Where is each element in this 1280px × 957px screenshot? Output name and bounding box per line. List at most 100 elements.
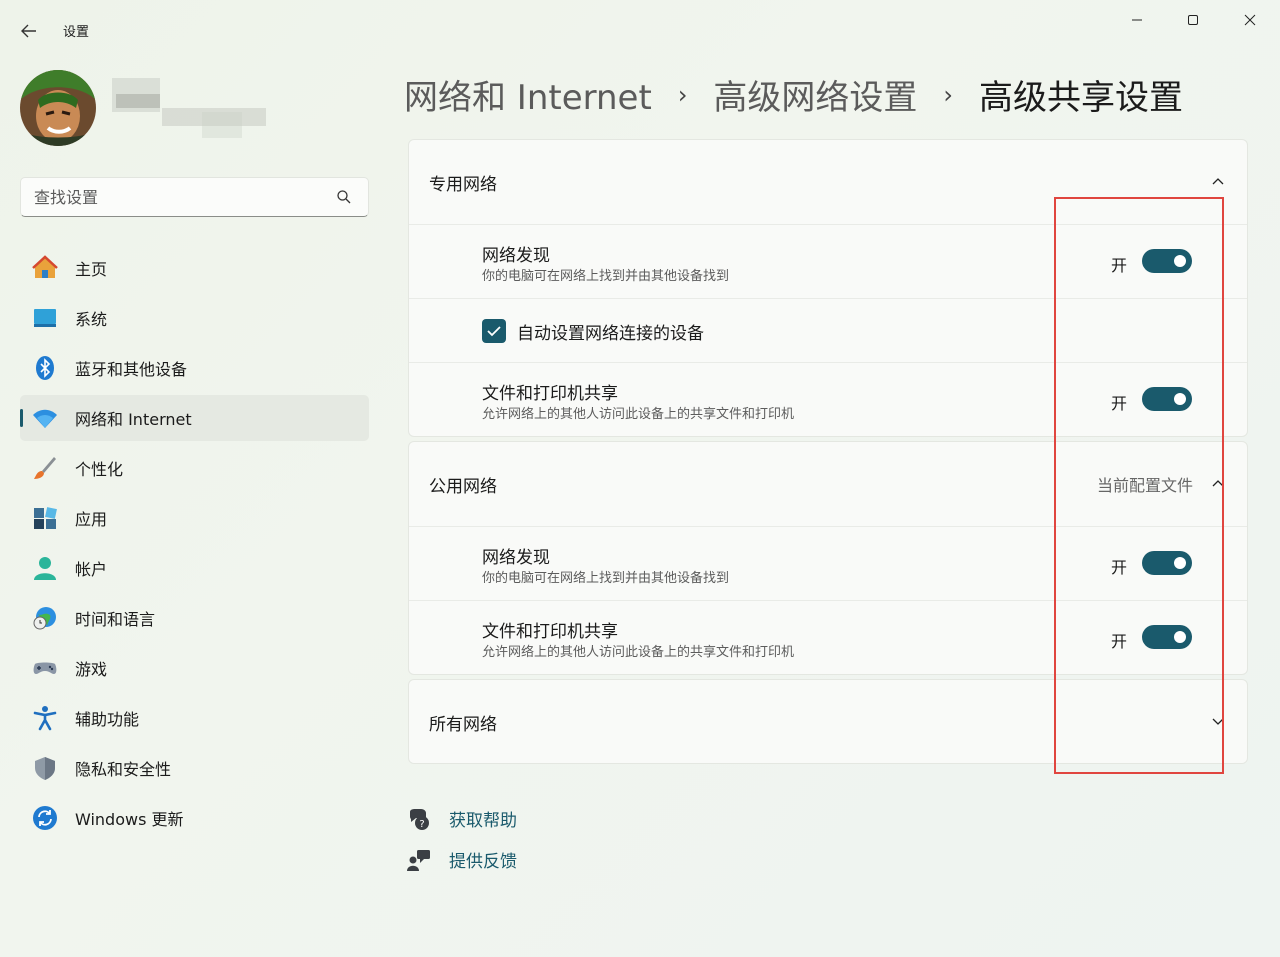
setting-title: 网络发现 <box>482 246 550 266</box>
public-file-sharing-toggle[interactable] <box>1142 625 1192 649</box>
wifi-icon <box>32 405 58 431</box>
public-discovery-row: 网络发现 你的电脑可在网络上找到并由其他设备找到 开 <box>409 526 1247 600</box>
back-arrow-icon <box>21 24 36 38</box>
search-icon[interactable] <box>336 189 352 205</box>
setting-title: 文件和打印机共享 <box>482 384 618 404</box>
checkbox-label[interactable]: 自动设置网络连接的设备 <box>517 319 704 344</box>
title-bar: 设置 <box>0 0 1280 60</box>
section-title: 公用网络 <box>429 476 497 497</box>
setting-title: 网络发现 <box>482 548 550 568</box>
sidebar-item-label: 主页 <box>75 260 108 279</box>
section-title: 所有网络 <box>429 714 497 735</box>
toggle-state-label: 开 <box>1110 394 1127 413</box>
breadcrumb-separator: › <box>943 80 954 109</box>
close-button[interactable] <box>1227 6 1273 34</box>
sidebar-item-label: Windows 更新 <box>75 810 184 829</box>
sidebar-item-bluetooth[interactable]: 蓝牙和其他设备 <box>20 345 369 391</box>
private-network-section: 专用网络 网络发现 你的电脑可在网络上找到并由其他设备找到 开 自动设置网络连接… <box>408 139 1248 437</box>
svg-text:?: ? <box>419 819 424 830</box>
toggle-state-label: 开 <box>1110 632 1127 651</box>
sidebar-item-personalization[interactable]: 个性化 <box>20 445 369 491</box>
sidebar-item-gaming[interactable]: 游戏 <box>20 645 369 691</box>
all-networks-section: 所有网络 <box>408 679 1248 764</box>
sidebar-item-network[interactable]: 网络和 Internet <box>20 395 369 441</box>
help-icon: ? <box>407 807 431 831</box>
private-file-sharing-toggle[interactable] <box>1142 387 1192 411</box>
private-auto-setup-row: 自动设置网络连接的设备 <box>409 298 1247 362</box>
setting-description: 你的电脑可在网络上找到并由其他设备找到 <box>482 571 730 586</box>
checkmark-icon <box>487 326 501 337</box>
feedback-link[interactable]: 提供反馈 <box>407 847 517 872</box>
sidebar-item-label: 系统 <box>75 310 108 329</box>
public-file-sharing-row: 文件和打印机共享 允许网络上的其他人访问此设备上的共享文件和打印机 开 <box>409 600 1247 674</box>
setting-title: 文件和打印机共享 <box>482 622 618 642</box>
chevron-up-icon[interactable] <box>1211 174 1225 188</box>
account-icon <box>32 555 58 581</box>
globe-clock-icon <box>32 605 58 631</box>
sidebar-item-label: 隐私和安全性 <box>75 760 172 779</box>
private-file-sharing-row: 文件和打印机共享 允许网络上的其他人访问此设备上的共享文件和打印机 开 <box>409 362 1247 436</box>
sidebar-item-accessibility[interactable]: 辅助功能 <box>20 695 369 741</box>
setting-description: 你的电脑可在网络上找到并由其他设备找到 <box>482 269 730 284</box>
help-link-label: 获取帮助 <box>449 811 517 831</box>
get-help-link[interactable]: ? 获取帮助 <box>407 806 517 831</box>
private-network-header[interactable]: 专用网络 <box>409 140 1247 224</box>
feedback-link-label: 提供反馈 <box>449 852 517 872</box>
sidebar-item-label: 辅助功能 <box>75 710 140 729</box>
sidebar-item-apps[interactable]: 应用 <box>20 495 369 541</box>
minimize-icon <box>1132 19 1142 21</box>
public-network-section: 公用网络 当前配置文件 网络发现 你的电脑可在网络上找到并由其他设备找到 开 文… <box>408 441 1248 675</box>
private-discovery-toggle[interactable] <box>1142 249 1192 273</box>
maximize-icon <box>1188 15 1198 25</box>
public-network-header[interactable]: 公用网络 当前配置文件 <box>409 442 1247 526</box>
sidebar-item-label: 个性化 <box>75 460 124 479</box>
sidebar-item-label: 网络和 Internet <box>75 410 192 429</box>
current-profile-label: 当前配置文件 <box>1096 476 1193 495</box>
toggle-state-label: 开 <box>1110 558 1127 577</box>
brush-icon <box>32 455 58 481</box>
section-title: 专用网络 <box>429 174 497 195</box>
sidebar-nav: 主页 系统 蓝牙和其他设备 网络和 Internet 个性化 应用 帐户 时间和… <box>20 245 369 845</box>
minimize-button[interactable] <box>1114 6 1160 34</box>
feedback-icon <box>407 848 431 872</box>
all-networks-header[interactable]: 所有网络 <box>409 680 1247 764</box>
chevron-down-icon[interactable] <box>1211 714 1225 728</box>
sidebar-item-windows-update[interactable]: Windows 更新 <box>20 795 369 841</box>
private-discovery-row: 网络发现 你的电脑可在网络上找到并由其他设备找到 开 <box>409 224 1247 298</box>
app-title: 设置 <box>63 25 90 40</box>
toggle-state-label: 开 <box>1110 256 1127 275</box>
sidebar-item-time-language[interactable]: 时间和语言 <box>20 595 369 641</box>
system-icon <box>32 305 58 331</box>
update-icon <box>32 805 58 831</box>
sidebar-item-accounts[interactable]: 帐户 <box>20 545 369 591</box>
shield-icon <box>32 755 58 781</box>
sidebar-item-label: 时间和语言 <box>75 610 156 629</box>
gamepad-icon <box>32 655 58 681</box>
search-box[interactable] <box>20 177 369 217</box>
public-discovery-toggle[interactable] <box>1142 551 1192 575</box>
sidebar-item-label: 游戏 <box>75 660 108 679</box>
setting-description: 允许网络上的其他人访问此设备上的共享文件和打印机 <box>482 407 795 422</box>
apps-icon <box>32 505 58 531</box>
sidebar-item-label: 应用 <box>75 510 108 529</box>
sidebar-item-system[interactable]: 系统 <box>20 295 369 341</box>
home-icon <box>32 255 58 281</box>
sidebar-item-home[interactable]: 主页 <box>20 245 369 291</box>
page-title: 高级共享设置 <box>979 78 1184 118</box>
breadcrumb-item-network[interactable]: 网络和 Internet <box>404 70 652 119</box>
close-icon <box>1244 14 1256 26</box>
breadcrumb-item-advanced-network[interactable]: 高级网络设置 <box>713 70 917 119</box>
sidebar-item-label: 帐户 <box>75 560 108 579</box>
auto-setup-checkbox[interactable] <box>482 319 506 343</box>
search-input[interactable] <box>21 187 321 207</box>
setting-description: 允许网络上的其他人访问此设备上的共享文件和打印机 <box>482 645 795 660</box>
chevron-up-icon[interactable] <box>1211 476 1225 490</box>
bluetooth-icon <box>32 355 58 381</box>
back-button[interactable] <box>14 18 44 44</box>
breadcrumb: 网络和 Internet › 高级网络设置 › 高级共享设置 <box>404 70 1183 119</box>
accessibility-icon <box>32 705 58 731</box>
avatar[interactable] <box>20 70 96 146</box>
sidebar-item-privacy[interactable]: 隐私和安全性 <box>20 745 369 791</box>
maximize-button[interactable] <box>1170 6 1216 34</box>
breadcrumb-separator: › <box>677 80 688 109</box>
